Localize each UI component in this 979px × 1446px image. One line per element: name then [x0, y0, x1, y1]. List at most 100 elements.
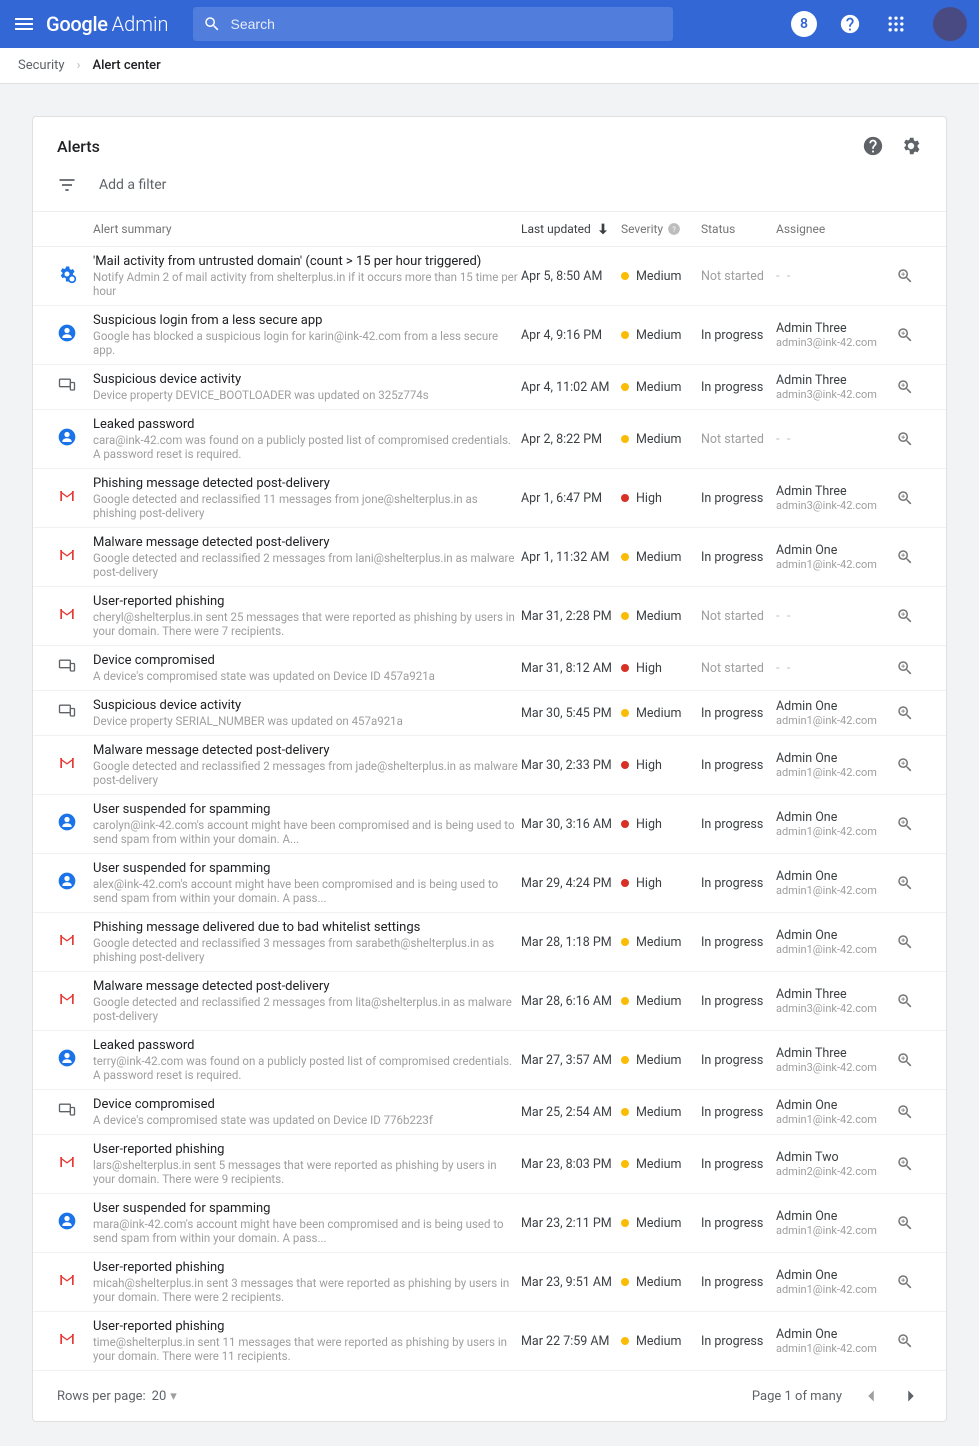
alert-status: In progress	[701, 1105, 776, 1120]
alert-row[interactable]: Malware message detected post-delivery G…	[33, 528, 946, 587]
alert-updated: Apr 2, 8:22 PM	[521, 432, 621, 447]
col-status[interactable]: Status	[701, 222, 776, 236]
alert-title: User suspended for spamming	[93, 802, 521, 817]
investigate-icon[interactable]	[896, 430, 922, 448]
alert-row[interactable]: Leaked password terry@ink-42.com was fou…	[33, 1031, 946, 1090]
investigate-icon[interactable]	[896, 874, 922, 892]
investigate-icon[interactable]	[896, 1273, 922, 1291]
search-bar[interactable]	[193, 7, 673, 41]
investigate-icon[interactable]	[896, 704, 922, 722]
alert-row[interactable]: Phishing message detected post-delivery …	[33, 469, 946, 528]
alert-subtitle: micah@shelterplus.in sent 3 messages tha…	[93, 1276, 521, 1304]
alert-assignee: Admin Threeadmin3@ink-42.com	[776, 987, 896, 1015]
alert-row[interactable]: User-reported phishing micah@shelterplus…	[33, 1253, 946, 1312]
alert-row[interactable]: Phishing message delivered due to bad wh…	[33, 913, 946, 972]
severity-help-icon[interactable]: ?	[667, 222, 681, 236]
severity-dot-icon	[621, 553, 629, 561]
search-input[interactable]	[231, 16, 663, 32]
alert-severity: Medium	[621, 380, 701, 395]
investigate-icon[interactable]	[896, 1332, 922, 1350]
alert-row[interactable]: User suspended for spamming alex@ink-42.…	[33, 854, 946, 913]
alert-severity: Medium	[621, 432, 701, 447]
alert-updated: Mar 23, 9:51 AM	[521, 1275, 621, 1290]
help-icon[interactable]	[837, 11, 863, 37]
investigate-icon[interactable]	[896, 933, 922, 951]
alert-row[interactable]: User-reported phishing cheryl@shelterplu…	[33, 587, 946, 646]
col-summary[interactable]: Alert summary	[93, 222, 521, 236]
alert-subtitle: A device's compromised state was updated…	[93, 669, 521, 683]
severity-dot-icon	[621, 1337, 629, 1345]
investigate-icon[interactable]	[896, 1155, 922, 1173]
rows-per-page-label: Rows per page:	[57, 1389, 146, 1404]
alert-row[interactable]: Malware message detected post-delivery G…	[33, 736, 946, 795]
alert-severity: Medium	[621, 328, 701, 343]
assignee-email: admin2@ink-42.com	[776, 1165, 896, 1178]
alert-subtitle: alex@ink-42.com's account might have bee…	[93, 877, 521, 905]
alert-row[interactable]: Leaked password cara@ink-42.com was foun…	[33, 410, 946, 469]
avatar[interactable]	[933, 7, 967, 41]
alert-row[interactable]: User-reported phishing time@shelterplus.…	[33, 1312, 946, 1371]
alert-row[interactable]: Device compromised A device's compromise…	[33, 646, 946, 691]
severity-dot-icon	[621, 997, 629, 1005]
alert-row[interactable]: User suspended for spamming mara@ink-42.…	[33, 1194, 946, 1253]
investigate-icon[interactable]	[896, 267, 922, 285]
col-assignee[interactable]: Assignee	[776, 222, 896, 236]
alert-severity: Medium	[621, 1053, 701, 1068]
alert-row[interactable]: Malware message detected post-delivery G…	[33, 972, 946, 1031]
alert-row[interactable]: Suspicious device activity Device proper…	[33, 365, 946, 410]
alert-status: In progress	[701, 817, 776, 832]
investigate-icon[interactable]	[896, 659, 922, 677]
next-page-button[interactable]	[900, 1385, 922, 1407]
alert-title: User-reported phishing	[93, 1319, 521, 1334]
breadcrumb-parent[interactable]: Security	[18, 58, 65, 73]
investigate-icon[interactable]	[896, 1051, 922, 1069]
apps-grid-icon[interactable]	[883, 11, 909, 37]
col-severity-label: Severity	[621, 222, 663, 236]
prev-page-button[interactable]	[860, 1385, 882, 1407]
investigate-icon[interactable]	[896, 326, 922, 344]
alert-assignee: Admin Oneadmin1@ink-42.com	[776, 928, 896, 956]
investigate-icon[interactable]	[896, 756, 922, 774]
alert-assignee: Admin Oneadmin1@ink-42.com	[776, 1209, 896, 1237]
investigate-icon[interactable]	[896, 607, 922, 625]
menu-icon[interactable]	[12, 12, 36, 36]
user-icon	[57, 1048, 77, 1068]
settings-gear-icon[interactable]	[900, 135, 922, 157]
alert-severity: Medium	[621, 1216, 701, 1231]
alert-status: In progress	[701, 328, 776, 343]
alert-title: Device compromised	[93, 653, 521, 668]
alert-row[interactable]: Suspicious device activity Device proper…	[33, 691, 946, 736]
panel-help-icon[interactable]	[862, 135, 884, 157]
dropdown-arrow-icon[interactable]: ▾	[170, 1389, 177, 1404]
alert-row[interactable]: User suspended for spamming carolyn@ink-…	[33, 795, 946, 854]
rows-per-page-value[interactable]: 20	[152, 1389, 167, 1404]
account-badge-icon[interactable]: 8	[791, 11, 817, 37]
alert-title: Phishing message delivered due to bad wh…	[93, 920, 521, 935]
investigate-icon[interactable]	[896, 1103, 922, 1121]
investigate-icon[interactable]	[896, 548, 922, 566]
investigate-icon[interactable]	[896, 1214, 922, 1232]
severity-dot-icon	[621, 272, 629, 280]
alert-status: Not started	[701, 661, 776, 676]
alert-severity: Medium	[621, 994, 701, 1009]
investigate-icon[interactable]	[896, 992, 922, 1010]
investigate-icon[interactable]	[896, 815, 922, 833]
severity-dot-icon	[621, 820, 629, 828]
alert-assignee: Admin Oneadmin1@ink-42.com	[776, 810, 896, 838]
add-filter-button[interactable]: Add a filter	[33, 163, 946, 211]
col-updated[interactable]: Last updated	[521, 221, 621, 237]
col-severity[interactable]: Severity ?	[621, 222, 701, 236]
alert-row[interactable]: Suspicious login from a less secure app …	[33, 306, 946, 365]
investigate-icon[interactable]	[896, 489, 922, 507]
alert-row[interactable]: Device compromised A device's compromise…	[33, 1090, 946, 1135]
search-icon	[203, 15, 221, 33]
alert-row[interactable]: 'Mail activity from untrusted domain' (c…	[33, 247, 946, 306]
alert-title: Malware message detected post-delivery	[93, 535, 521, 550]
alert-subtitle: Google detected and reclassified 11 mess…	[93, 492, 521, 520]
alert-row[interactable]: User-reported phishing lars@shelterplus.…	[33, 1135, 946, 1194]
gmail-icon	[57, 1329, 77, 1349]
assignee-email: admin1@ink-42.com	[776, 558, 896, 571]
investigate-icon[interactable]	[896, 378, 922, 396]
alert-assignee: Admin Threeadmin3@ink-42.com	[776, 484, 896, 512]
alert-title: Malware message detected post-delivery	[93, 743, 521, 758]
